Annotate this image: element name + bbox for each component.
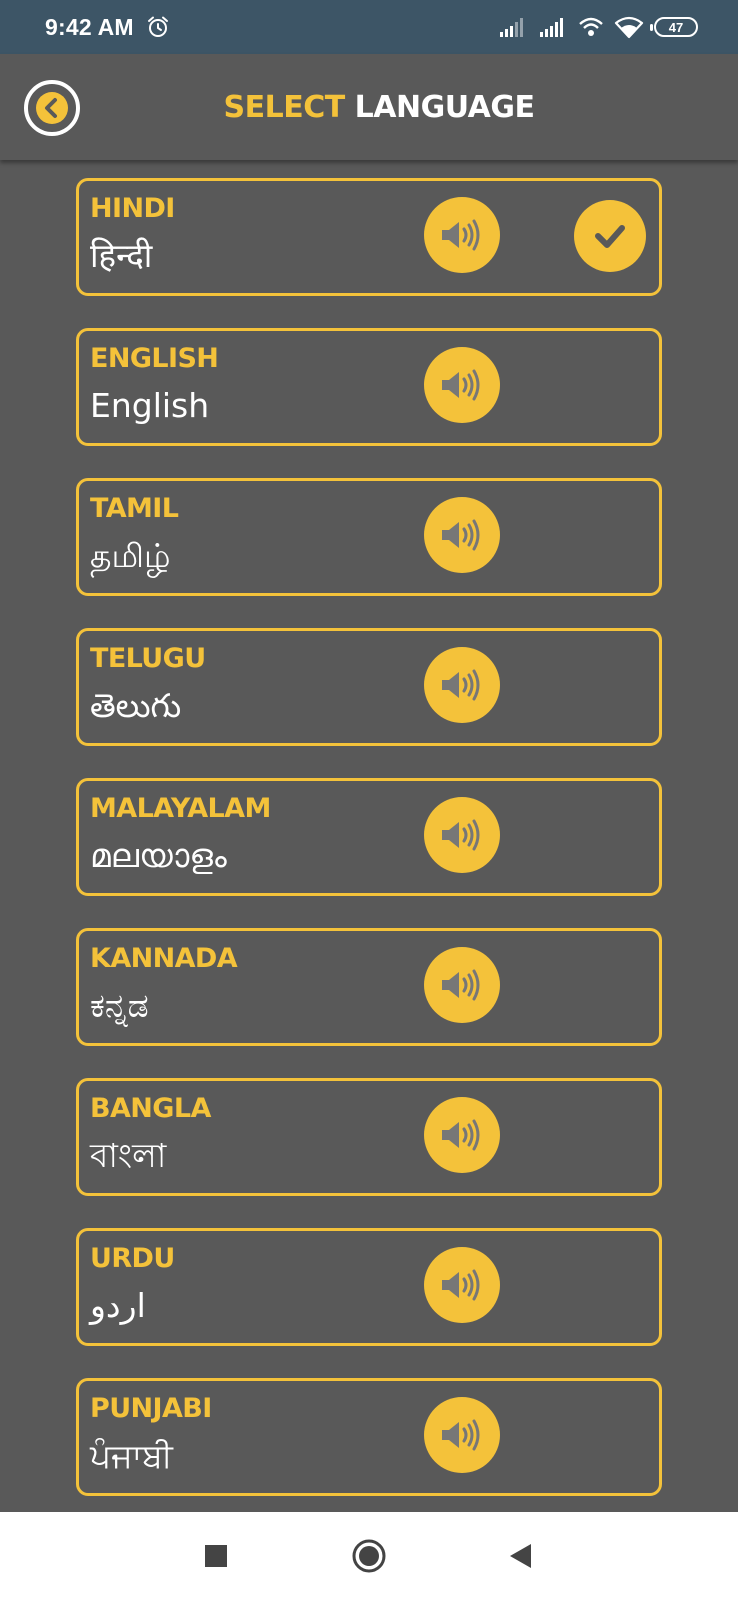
language-name: MALAYALAM <box>90 793 271 824</box>
home-button[interactable] <box>347 1534 391 1578</box>
home-circle-icon <box>352 1539 386 1573</box>
signal-icon <box>500 18 523 37</box>
language-native-name: മലയാളം <box>90 836 227 875</box>
language-item-malayalam[interactable]: MALAYALAM മലയാളം <box>76 778 662 896</box>
language-item-telugu[interactable]: TELUGU తెలుగు <box>76 628 662 746</box>
play-audio-button[interactable] <box>424 1097 500 1173</box>
navigation-bar <box>0 1512 738 1600</box>
back-button[interactable] <box>24 80 80 136</box>
language-item-punjabi[interactable]: PUNJABI ਪੰਜਾਬੀ <box>76 1378 662 1496</box>
page-title: SELECT LANGUAGE <box>224 90 535 125</box>
language-name: URDU <box>90 1243 175 1274</box>
page-title-part1: SELECT <box>223 89 346 125</box>
play-audio-button[interactable] <box>424 497 500 573</box>
language-name: KANNADA <box>90 943 238 974</box>
language-native-name: हिन्दी <box>90 236 153 275</box>
language-native-name: English <box>90 386 210 425</box>
language-name: BANGLA <box>90 1093 211 1124</box>
battery-icon: 47 <box>650 17 698 37</box>
language-item-hindi[interactable]: HINDI हिन्दी <box>76 178 662 296</box>
app-header: SELECT LANGUAGE <box>0 54 738 160</box>
language-native-name: اردو <box>90 1286 146 1325</box>
chevron-left-icon <box>36 92 68 124</box>
hotspot-icon <box>579 17 603 36</box>
language-item-tamil[interactable]: TAMIL தமிழ் <box>76 478 662 596</box>
recents-button[interactable] <box>194 1534 238 1578</box>
language-item-english[interactable]: ENGLISH English <box>76 328 662 446</box>
language-native-name: தமிழ் <box>90 536 171 575</box>
recents-square-icon <box>205 1545 227 1567</box>
play-audio-button[interactable] <box>424 1247 500 1323</box>
back-triangle-icon <box>510 1544 531 1568</box>
language-native-name: తెలుగు <box>90 686 182 725</box>
play-audio-button[interactable] <box>424 197 500 273</box>
page-title-part2: LANGUAGE <box>354 89 535 125</box>
play-audio-button[interactable] <box>424 947 500 1023</box>
play-audio-button[interactable] <box>424 647 500 723</box>
speaker-icon <box>442 1119 480 1151</box>
back-nav-button[interactable] <box>498 1534 542 1578</box>
play-audio-button[interactable] <box>424 797 500 873</box>
language-name: TELUGU <box>90 643 206 674</box>
signal-icon <box>540 18 563 37</box>
language-item-urdu[interactable]: URDU اردو <box>76 1228 662 1346</box>
language-name: ENGLISH <box>90 343 219 374</box>
speaker-icon <box>442 1269 480 1301</box>
checkmark-icon <box>595 225 625 248</box>
selected-check-button[interactable] <box>574 200 646 272</box>
play-audio-button[interactable] <box>424 1397 500 1473</box>
alarm-icon <box>147 16 168 37</box>
speaker-icon <box>442 669 480 701</box>
language-item-bangla[interactable]: BANGLA বাংলা <box>76 1078 662 1196</box>
speaker-icon <box>442 219 480 251</box>
speaker-icon <box>442 1419 480 1451</box>
wifi-icon <box>614 16 644 39</box>
language-list: HINDI हिन्दी ENGLISH English TAMIL தமிழ்… <box>0 160 738 1512</box>
language-native-name: ಕನ್ನಡ <box>90 986 149 1025</box>
speaker-icon <box>442 819 480 851</box>
speaker-icon <box>442 369 480 401</box>
language-name: TAMIL <box>90 493 179 524</box>
language-name: PUNJABI <box>90 1393 212 1424</box>
language-native-name: বাংলা <box>90 1136 167 1175</box>
status-icons: 47 <box>498 15 698 39</box>
speaker-icon <box>442 969 480 1001</box>
status-bar: 9:42 AM 47 <box>0 0 738 54</box>
status-time: 9:42 AM <box>45 13 134 40</box>
language-name: HINDI <box>90 193 175 224</box>
language-item-kannada[interactable]: KANNADA ಕನ್ನಡ <box>76 928 662 1046</box>
speaker-icon <box>442 519 480 551</box>
battery-level: 47 <box>668 19 684 35</box>
language-native-name: ਪੰਜਾਬੀ <box>90 1436 173 1475</box>
play-audio-button[interactable] <box>424 347 500 423</box>
